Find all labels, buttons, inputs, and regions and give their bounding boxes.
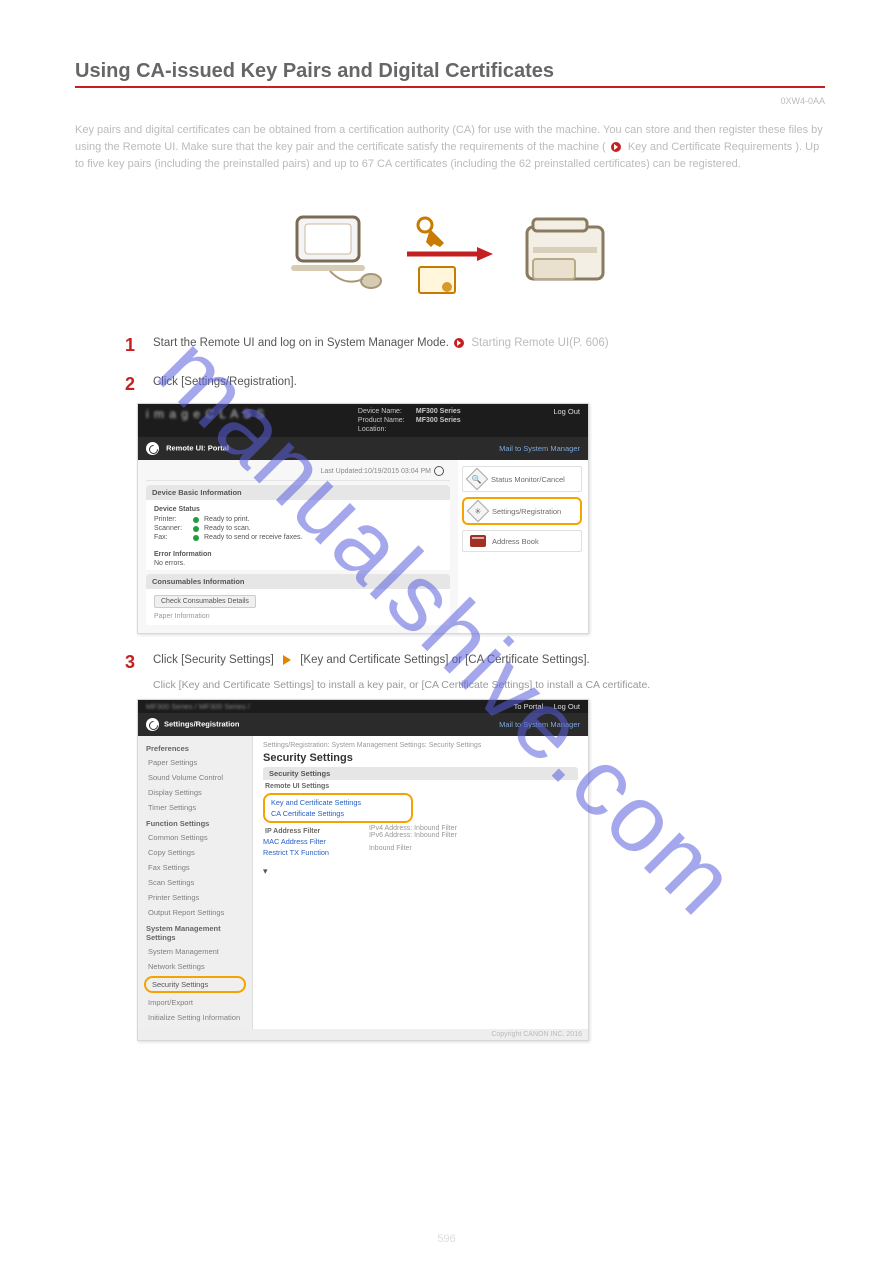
hero-illustration: [75, 181, 825, 329]
step-text: [Key and Certificate Settings] or [CA Ce…: [300, 654, 590, 666]
settings-registration-button[interactable]: ✳ Settings/Registration: [462, 497, 582, 525]
mail-link[interactable]: Mail to System Manager: [499, 444, 580, 453]
page-number: 596: [0, 1233, 893, 1245]
step-1: 1 Start the Remote UI and log on in Syst…: [125, 335, 825, 356]
error-info-text: No errors.: [154, 560, 442, 567]
brand-blur: i m a g e C L A S S: [146, 407, 265, 421]
triangle-icon: [283, 655, 291, 665]
sidebar-item-security[interactable]: Security Settings: [144, 976, 246, 993]
to-portal-link[interactable]: To Portal: [514, 702, 544, 711]
logout-link[interactable]: Log Out: [553, 407, 580, 416]
sidebar-item-output[interactable]: Output Report Settings: [138, 905, 252, 920]
breadcrumb: Settings/Registration: System Management…: [263, 742, 578, 749]
sidebar: Preferences Paper Settings Sound Volume …: [138, 736, 253, 1029]
sidebar-item-network[interactable]: Network Settings: [138, 959, 252, 974]
play-icon: [454, 338, 464, 348]
sidebar-item-printer[interactable]: Printer Settings: [138, 890, 252, 905]
step-link[interactable]: Starting Remote UI(P. 606): [471, 337, 608, 349]
page-title: Using CA-issued Key Pairs and Digital Ce…: [75, 60, 825, 83]
diamond-icon: ✳: [467, 500, 490, 523]
sidebar-item-scan[interactable]: Scan Settings: [138, 875, 252, 890]
step-2: 2 Click [Settings/Registration].: [125, 374, 825, 395]
sidebar-item-display[interactable]: Display Settings: [138, 785, 252, 800]
book-icon: [470, 535, 486, 547]
security-title: Security Settings: [263, 752, 578, 764]
ip-filter-label: IP Address Filter: [263, 825, 329, 836]
screenshot-security-settings: MF300 Series / MF300 Series / To Portal …: [137, 699, 589, 1041]
security-subhead: Security Settings: [263, 767, 578, 780]
step-number: 2: [125, 374, 153, 395]
screenshot-portal: i m a g e C L A S S Device Name:MF300 Se…: [137, 403, 589, 634]
logout-link[interactable]: Log Out: [553, 702, 580, 711]
cursor-mark: ▾: [263, 866, 578, 877]
gear-icon: [146, 718, 159, 731]
mac-inbound[interactable]: Inbound Filter: [369, 845, 457, 852]
settings-title: Settings/Registration: [164, 720, 239, 729]
portal-title: Remote UI: Portal: [146, 442, 229, 455]
sidebar-item-timer[interactable]: Timer Settings: [138, 800, 252, 815]
copyright: Copyright CANON INC. 2016: [138, 1029, 588, 1040]
sidebar-item-import[interactable]: Import/Export: [138, 995, 252, 1010]
sidebar-head-function: Function Settings: [138, 815, 252, 830]
consumables-button[interactable]: Check Consumables Details: [154, 595, 256, 608]
fax-status: Fax:Ready to send or receive faxes.: [154, 533, 442, 542]
play-icon: [611, 142, 621, 152]
ca-cert-link[interactable]: CA Certificate Settings: [271, 808, 405, 819]
mail-link[interactable]: Mail to System Manager: [499, 720, 580, 729]
sidebar-head-preferences: Preferences: [138, 740, 252, 755]
doc-code: 0XW4-0AA: [75, 96, 825, 106]
step-text: Start the Remote UI and log on in System…: [153, 337, 449, 349]
sidebar-item-copy[interactable]: Copy Settings: [138, 845, 252, 860]
sidebar-item-paper[interactable]: Paper Settings: [138, 755, 252, 770]
scanner-status: Scanner:Ready to scan.: [154, 524, 442, 533]
title-rule: [75, 86, 825, 88]
printer-icon: [515, 209, 615, 299]
address-book-button[interactable]: Address Book: [462, 530, 582, 552]
step-3-sub: Click [Key and Certificate Settings] to …: [153, 679, 825, 691]
consumables-head: Consumables Information: [146, 574, 450, 589]
step-number: 1: [125, 335, 153, 356]
computer-icon: [285, 209, 385, 299]
key-cert-link[interactable]: Key and Certificate Settings: [271, 797, 405, 808]
sync-icon[interactable]: [434, 466, 444, 476]
basic-info-head: Device Basic Information: [146, 485, 450, 500]
step-text: Click [Settings/Registration].: [153, 374, 825, 390]
sidebar-head-system: System Management Settings: [138, 920, 252, 944]
intro-text: Key pairs and digital certificates can b…: [75, 122, 825, 173]
diamond-icon: 🔍: [466, 468, 489, 491]
step-3: 3 Click [Security Settings] [Key and Cer…: [125, 652, 825, 673]
sidebar-item-system-mgmt[interactable]: System Management: [138, 944, 252, 959]
sidebar-item-common[interactable]: Common Settings: [138, 830, 252, 845]
printer-status: Printer:Ready to print.: [154, 515, 442, 524]
step-text: Click [Security Settings]: [153, 654, 274, 666]
status-monitor-button[interactable]: 🔍 Status Monitor/Cancel: [462, 466, 582, 492]
remote-ui-label: Remote UI Settings: [263, 780, 578, 791]
sidebar-item-init[interactable]: Initialize Setting Information: [138, 1010, 252, 1025]
ipv6-filter[interactable]: IPv6 Address: Inbound Filter: [369, 832, 457, 839]
mac-filter-link[interactable]: MAC Address Filter: [263, 836, 329, 847]
paper-info: Paper Information: [154, 611, 442, 622]
ipv4-filter[interactable]: IPv4 Address: Inbound Filter: [369, 825, 457, 832]
sidebar-item-sound[interactable]: Sound Volume Control: [138, 770, 252, 785]
restrict-tx-link[interactable]: Restrict TX Function: [263, 847, 329, 858]
arrow-key-cert-icon: [405, 209, 495, 299]
sidebar-item-fax[interactable]: Fax Settings: [138, 860, 252, 875]
device-status-head: Device Status: [154, 503, 442, 515]
step-number: 3: [125, 652, 153, 673]
cert-links-highlight: Key and Certificate Settings CA Certific…: [263, 793, 413, 823]
series-blur: MF300 Series / MF300 Series /: [146, 702, 250, 711]
last-updated: Last Updated:10/19/2015 03:04 PM: [146, 464, 450, 481]
refresh-icon: [146, 442, 159, 455]
error-info-head: Error Information: [154, 548, 442, 560]
